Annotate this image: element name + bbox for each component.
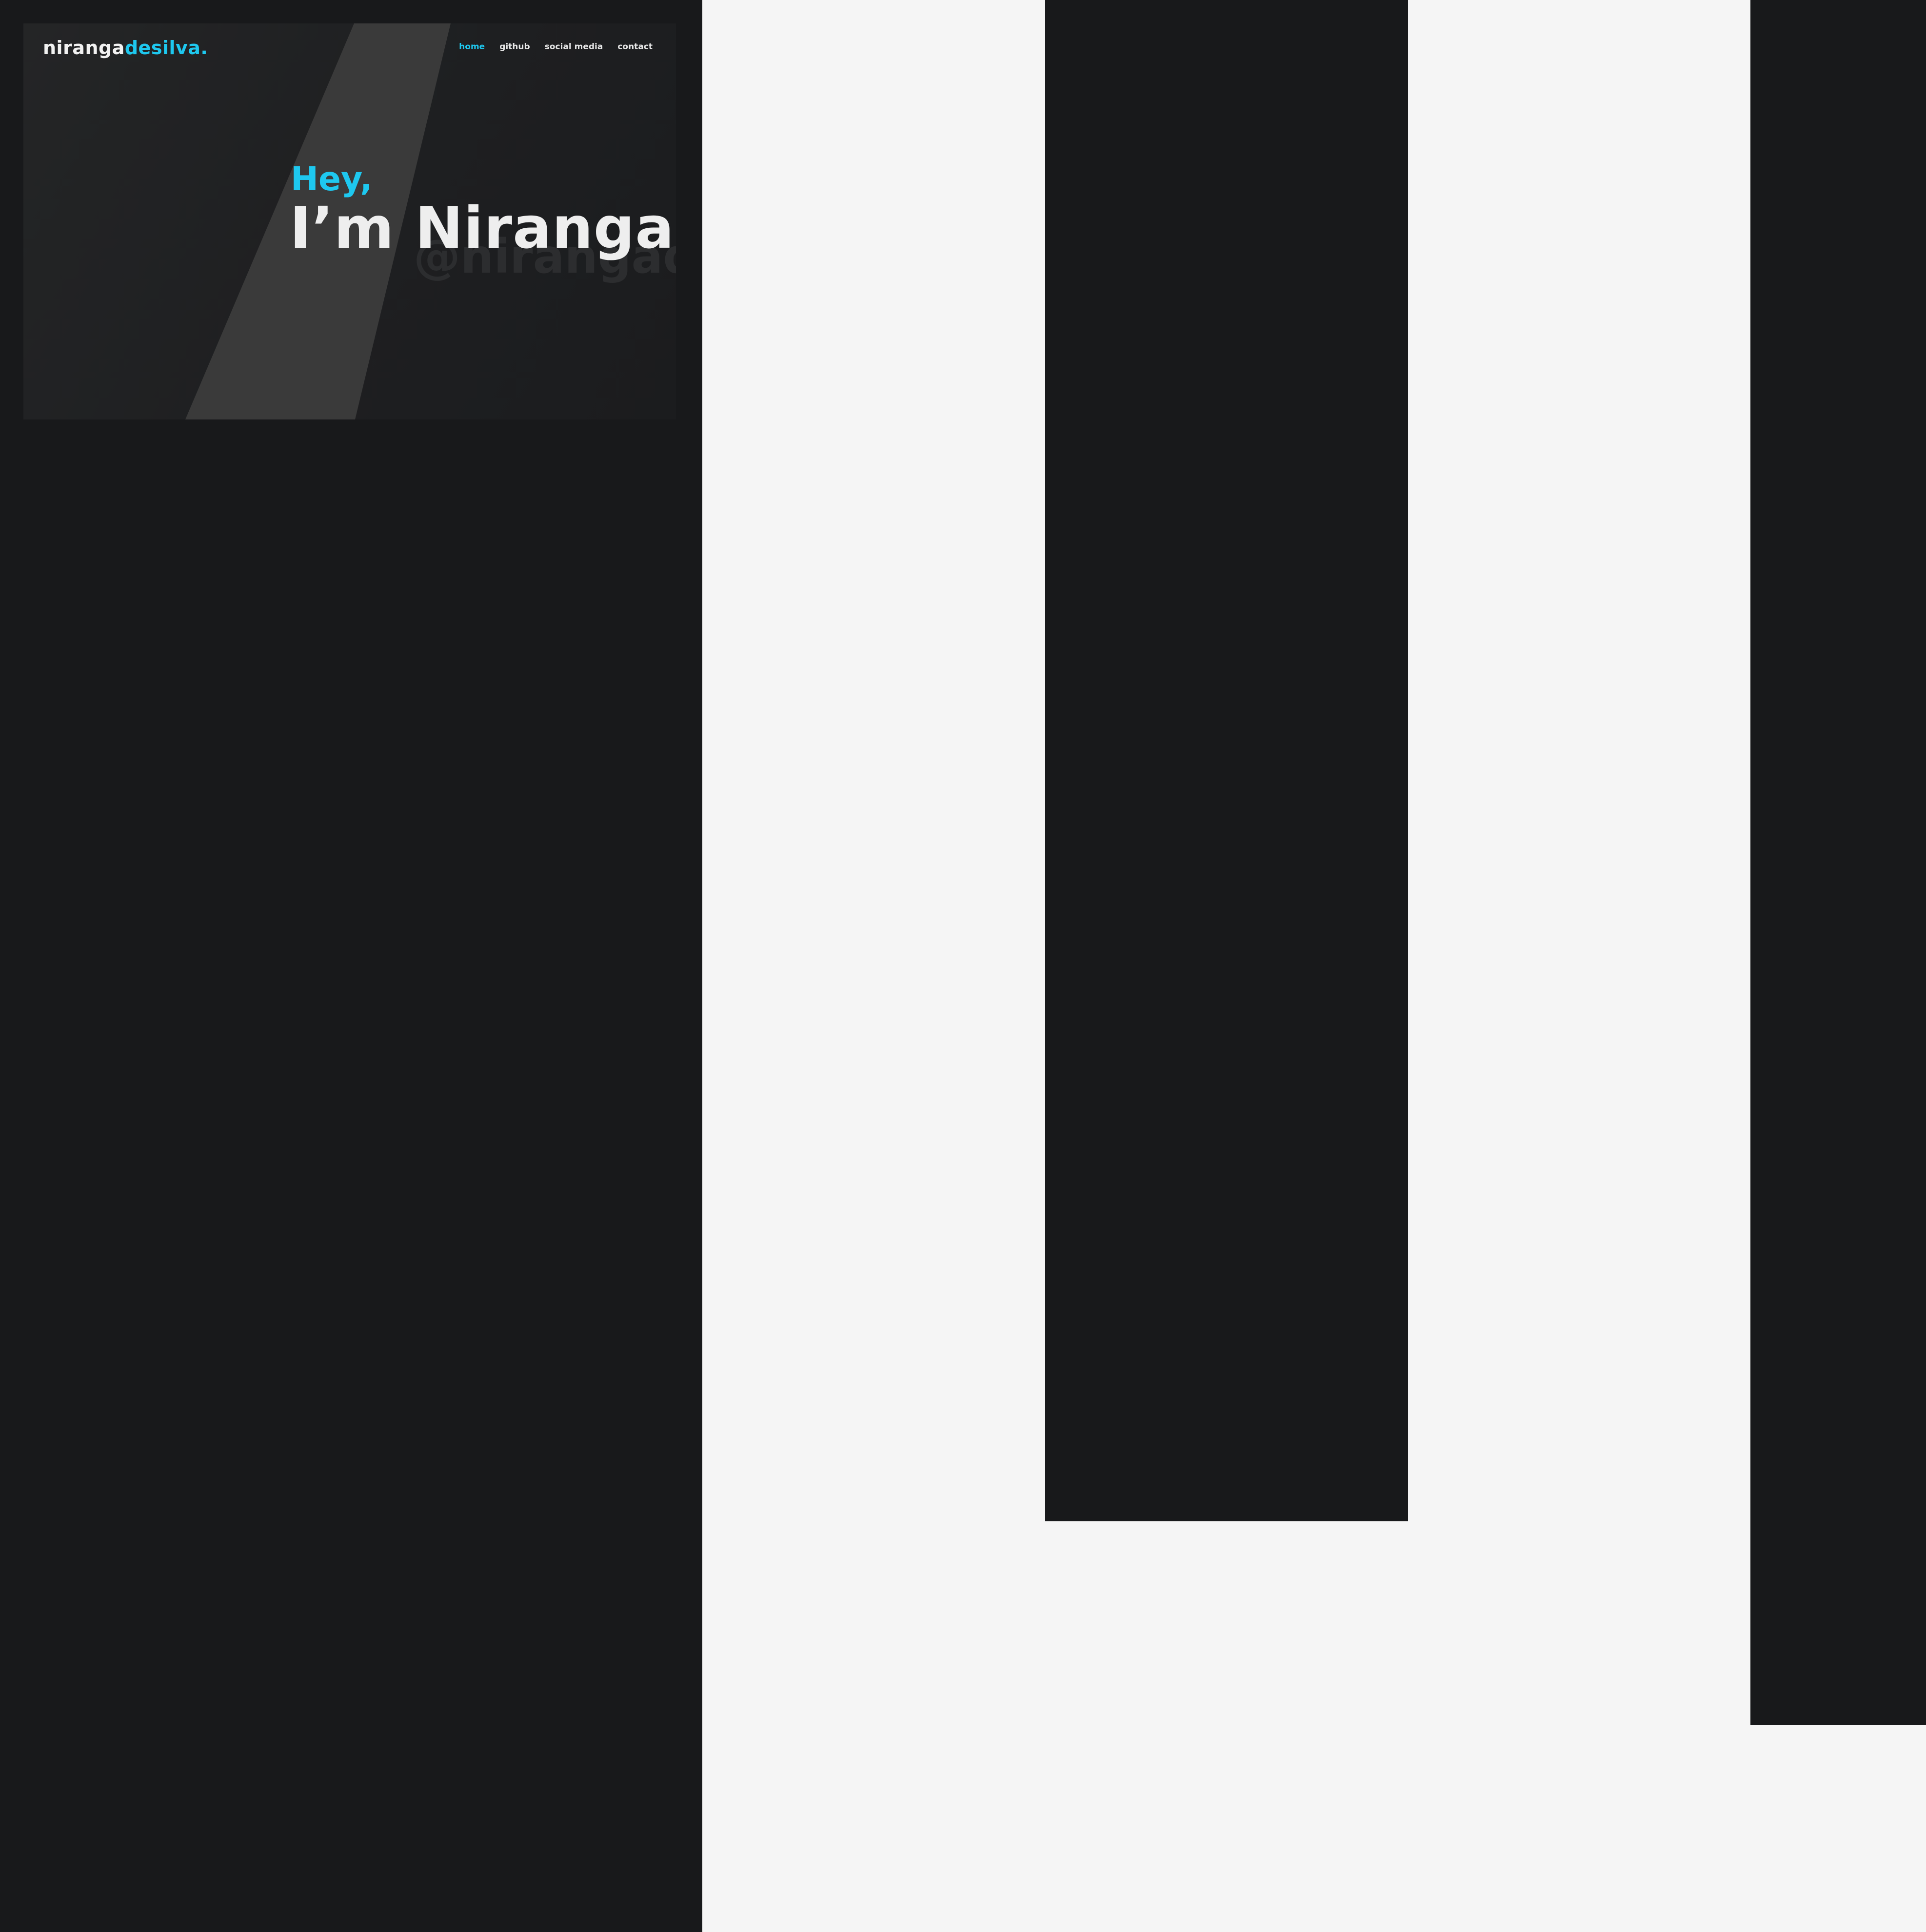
nav-github-link[interactable]: github bbox=[499, 42, 530, 52]
hero-headline: I’m Niranga bbox=[290, 194, 675, 261]
middle-dark-panel bbox=[1045, 0, 1408, 1521]
navbar: nirangadesilva. home github social media… bbox=[23, 23, 676, 72]
nav-menu: home github social media contact bbox=[459, 42, 653, 52]
page: @nirangad nirangadesilva. home github so… bbox=[0, 0, 1926, 1932]
nav-home-link[interactable]: home bbox=[459, 42, 485, 52]
hero-greeting: Hey, bbox=[291, 160, 373, 199]
nav-contact-link[interactable]: contact bbox=[617, 42, 653, 52]
site-logo[interactable]: nirangadesilva. bbox=[43, 37, 208, 59]
logo-second-part: desilva. bbox=[124, 37, 208, 59]
nav-social-media-link[interactable]: social media bbox=[545, 42, 603, 52]
hero-section: @nirangad nirangadesilva. home github so… bbox=[23, 23, 676, 419]
right-dark-panel bbox=[1750, 0, 1926, 1725]
logo-first-part: niranga bbox=[43, 37, 125, 59]
